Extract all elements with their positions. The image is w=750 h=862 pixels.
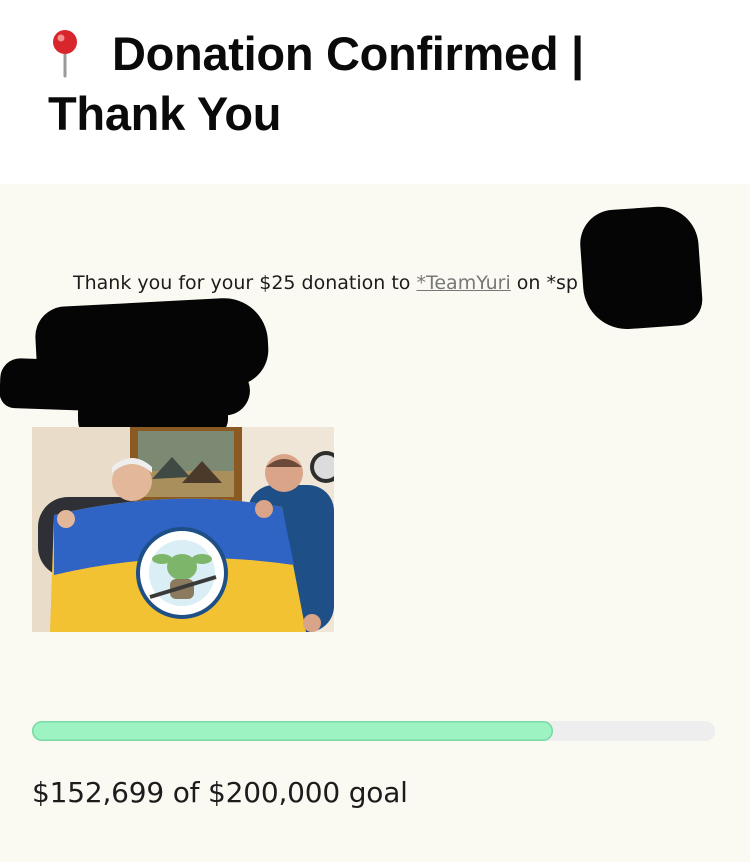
progress-fill: [32, 721, 554, 741]
progress-bar: [32, 721, 715, 741]
team-link[interactable]: *TeamYuri: [416, 272, 510, 294]
pin-icon: [53, 30, 77, 78]
message-middle: on: [510, 272, 547, 294]
redaction-mark: [577, 204, 705, 332]
main-content: Thank you for your $25 donation to *Team…: [0, 184, 750, 862]
amount-raised-text: $152,699 of $200,000 goal: [32, 776, 408, 809]
donation-photo: [32, 427, 334, 632]
page-title: Donation Confirmed | Thank You: [48, 24, 708, 144]
message-suffix: *sp: [546, 272, 578, 294]
page-header: Donation Confirmed | Thank You: [0, 0, 750, 184]
page-title-text: Donation Confirmed | Thank You: [48, 27, 584, 140]
thank-you-message: Thank you for your $25 donation to *Team…: [73, 270, 633, 296]
message-prefix: Thank you for your $25 donation to: [73, 272, 417, 294]
